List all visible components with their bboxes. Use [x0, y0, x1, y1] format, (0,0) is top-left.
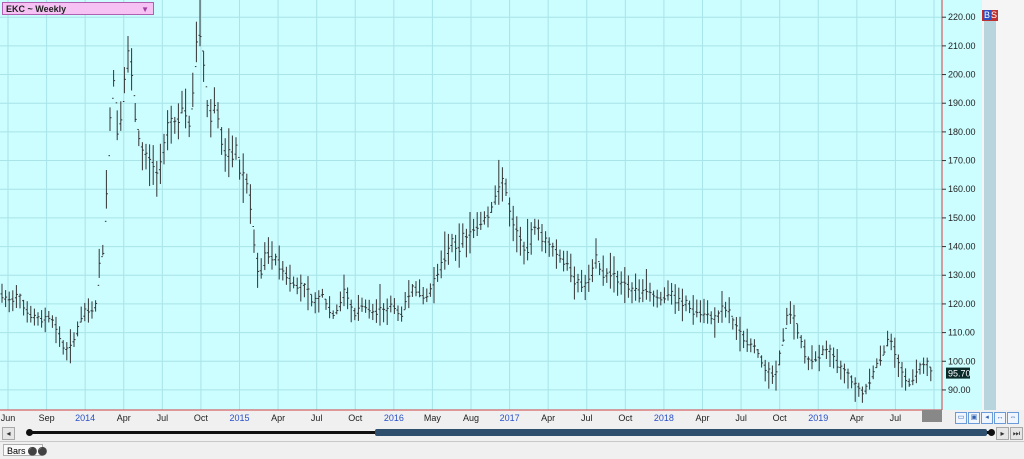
x-tick-label: Oct: [348, 413, 363, 423]
x-tick-label: 2018: [654, 413, 674, 423]
y-tick-label: 110.00: [948, 328, 975, 338]
y-tick-label: 190.00: [948, 98, 976, 108]
x-tick-label: 2016: [384, 413, 404, 423]
x-tick-label: Jul: [581, 413, 593, 423]
x-tick-label: Apr: [117, 413, 131, 423]
x-tick-label: May: [424, 413, 442, 423]
compress-icon[interactable]: ↔: [994, 412, 1006, 424]
y-tick-label: 170.00: [948, 156, 976, 166]
x-tick-label: 2019: [808, 413, 828, 423]
x-tick-label: 2015: [229, 413, 249, 423]
price-axis-panel: [942, 0, 982, 410]
price-chart[interactable]: 90.00 100.00 110.00 120.00 130.00 140.00 150.0…: [0, 0, 1024, 430]
x-tick-label: 2014: [75, 413, 95, 423]
link-icon: ⚫⚫: [27, 447, 48, 456]
x-tick-label: Apr: [271, 413, 285, 423]
chevron-down-icon: ▼: [141, 5, 149, 14]
symbol-selector[interactable]: EKC ~ Weekly ▼: [2, 2, 154, 15]
x-tick-label: Oct: [194, 413, 209, 423]
y-tick-label: 160.00: [948, 184, 976, 194]
y-tick-label: 220.00: [948, 12, 976, 22]
y-tick-label: 140.00: [948, 242, 976, 252]
time-axis-end-marker: [922, 410, 942, 422]
scroll-end-button[interactable]: ⏭: [1010, 427, 1023, 440]
x-tick-label: Oct: [773, 413, 788, 423]
y-tick-label: 130.00: [948, 270, 976, 280]
scroll-left-button[interactable]: ◂: [2, 427, 15, 440]
x-tick-label: Sep: [39, 413, 55, 423]
status-bar: Bars ⚫⚫: [0, 441, 1024, 459]
time-scrollbar[interactable]: ◂ ▸ ⏭: [0, 426, 1024, 440]
y-tick-label: 120.00: [948, 299, 976, 309]
x-tick-label: Oct: [618, 413, 633, 423]
last-price-label: 95.70: [948, 369, 971, 379]
x-tick-label: Jul: [735, 413, 747, 423]
y-tick-label: 90.00: [948, 385, 971, 395]
bars-tab[interactable]: Bars ⚫⚫: [3, 444, 47, 456]
x-tick-label: Jul: [157, 413, 169, 423]
scroll-left-icon[interactable]: ◂: [981, 412, 993, 424]
bars-tab-label: Bars: [7, 446, 26, 456]
scroll-thumb[interactable]: [375, 429, 987, 436]
scroll-end-handle[interactable]: [988, 429, 995, 436]
y-tick-label: 180.00: [948, 127, 976, 137]
y-tick-label: 150.00: [948, 213, 976, 223]
zoom-out-icon[interactable]: ▭: [955, 412, 967, 424]
scroll-right-button[interactable]: ▸: [996, 427, 1009, 440]
symbol-label: EKC ~ Weekly: [6, 4, 67, 14]
y-tick-label: 100.00: [948, 356, 976, 366]
buy-label: B: [983, 10, 992, 20]
buy-sell-badge[interactable]: BS: [982, 10, 999, 21]
x-tick-label: Jul: [311, 413, 323, 423]
x-tick-label: Apr: [695, 413, 709, 423]
x-tick-label: Apr: [850, 413, 864, 423]
side-scroll-strip[interactable]: [984, 18, 996, 410]
sell-label: S: [991, 10, 998, 20]
y-tick-label: 210.00: [948, 41, 976, 51]
zoom-in-icon[interactable]: ▣: [968, 412, 980, 424]
x-tick-label: Aug: [463, 413, 479, 423]
last-price-tag: 95.70: [946, 367, 971, 379]
time-axis-ticks: Jun Sep 2014 Apr Jul Oct 2015 Apr Jul Oct 2016 May A…: [1, 413, 942, 423]
x-tick-label: Jun: [1, 413, 16, 423]
x-tick-label: Apr: [541, 413, 555, 423]
y-tick-label: 200.00: [948, 70, 976, 80]
x-tick-label: Jul: [890, 413, 902, 423]
expand-icon[interactable]: ⇔: [1007, 412, 1019, 424]
x-tick-label: 2017: [500, 413, 520, 423]
